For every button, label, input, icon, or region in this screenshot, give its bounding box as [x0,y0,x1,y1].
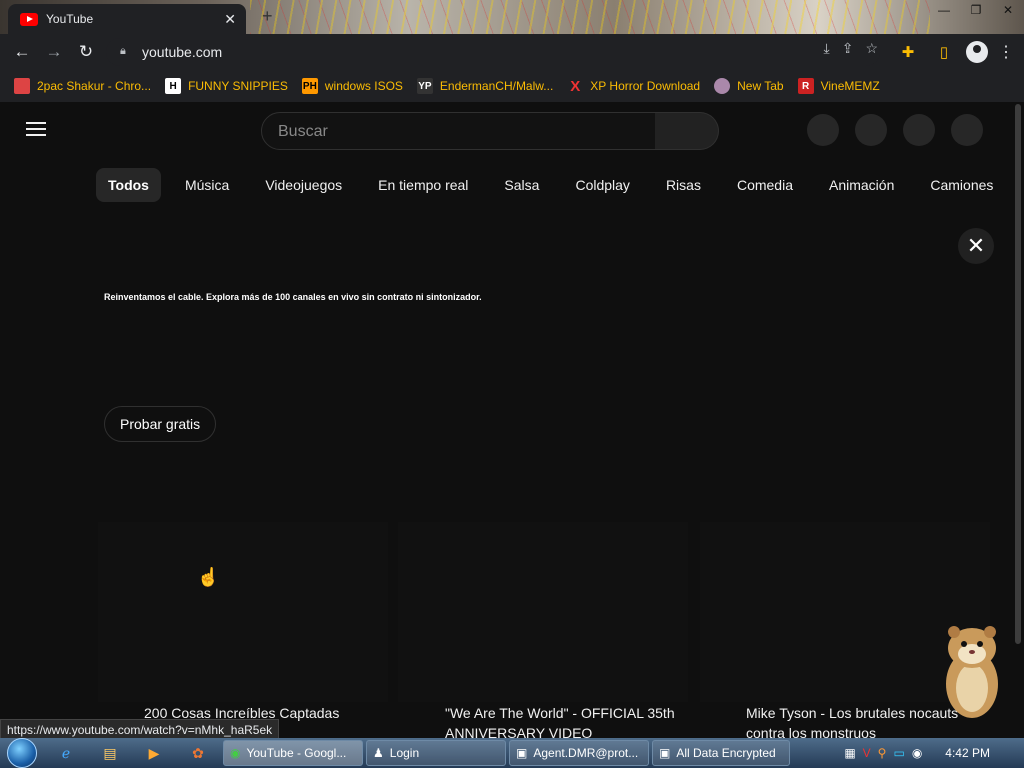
ph-icon: PH [301,78,318,94]
chip-salsa[interactable]: Salsa [492,168,551,202]
globe-icon [714,78,731,94]
page-scrollbar[interactable] [1012,102,1024,738]
chip-musica[interactable]: Música [173,168,241,202]
minimize-icon[interactable]: — [928,0,960,20]
taskbar-chrome[interactable]: ◉ YouTube - Googl... [223,740,363,766]
video-title[interactable]: "We Are The World" - OFFICIAL 35th ANNIV… [445,703,675,743]
chrome-icon: ◉ [230,746,241,760]
tray-app-icon[interactable]: ▦ [844,746,855,760]
media-player-icon[interactable]: ▶ [132,738,176,768]
window-controls: — ❐ ✕ [928,0,1024,22]
browser-toolbar: ← → ↻ 🔒︎ youtube.com ⤓ ⇪ ☆ ✚ ▯ ⋮ [0,34,1024,70]
reload-icon[interactable]: ↻ [70,36,102,68]
search-placeholder: Buscar [278,123,328,140]
folder-icon[interactable]: ▤ [88,738,132,768]
promo-banner-text: Reinventamos el cable. Explora más de 10… [104,292,482,302]
mic-icon[interactable] [807,114,839,146]
hand-cursor-icon: ☝ [197,567,220,587]
bookmark-item[interactable]: 2pac Shakur - Chro... [14,78,151,94]
tray-record-icon[interactable]: ◉ [912,746,922,760]
bookmark-item[interactable]: PH windows ISOS [301,78,403,94]
search-input[interactable]: Buscar [261,112,656,150]
star-icon[interactable]: ☆ [865,40,878,57]
url-text[interactable]: youtube.com [142,44,222,60]
system-tray: ▦ V ⚲ ▭ ◉ 4:42 PM [844,738,1024,768]
search-button[interactable] [655,112,719,150]
profile-avatar-icon[interactable] [966,41,988,63]
chip-bar: Todos Música Videojuegos En tiempo real … [96,168,1005,202]
bookmark-item[interactable]: X XP Horror Download [567,77,700,95]
close-window-icon[interactable]: ✕ [992,0,1024,20]
video-thumbnail[interactable] [98,522,388,702]
internet-explorer-icon[interactable]: ℯ [44,738,88,768]
close-tab-icon[interactable]: ✕ [224,11,236,28]
calendar-icon [14,78,30,94]
yp-icon: YP [416,78,433,94]
x-icon: X [570,77,581,95]
video-thumbnail[interactable] [398,522,688,702]
side-panel-icon[interactable]: ▯ [930,38,958,66]
address-bar[interactable]: 🔒︎ youtube.com [106,38,880,66]
bookmarks-bar: 2pac Shakur - Chro... H FUNNY SNIPPIES PH… [0,70,1024,102]
install-icon[interactable]: ⤓ [824,40,830,57]
windows-taskbar: ℯ ▤ ▶ ✿ ◉ YouTube - Googl... ♟ Login ▣ Agen… [0,738,1024,768]
window-icon: ▣ [516,746,528,760]
omnibox-actions: ⤓ ⇪ ☆ [824,40,879,57]
window-titlebar: YouTube ✕ + — ❐ ✕ [0,0,1024,34]
chip-comedia[interactable]: Comedia [725,168,805,202]
hamburger-menu-icon[interactable] [26,122,46,138]
bookmark-item[interactable]: R VineMEMZ [797,78,880,94]
back-arrow-icon[interactable]: ← [6,36,38,68]
tray-monitor-icon[interactable]: ▭ [893,746,904,760]
chip-animacion[interactable]: Animación [817,168,906,202]
chip-coldplay[interactable]: Coldplay [563,168,641,202]
windows-orb-icon [7,738,37,768]
extensions-puzzle-icon[interactable]: ✚ [894,38,922,66]
hamster-mascot-icon [946,626,998,718]
share-icon[interactable]: ⇪ [842,40,854,57]
login-icon: ♟ [373,746,384,760]
chip-risas[interactable]: Risas [654,168,713,202]
tray-search-icon[interactable]: ⚲ [878,746,887,760]
tray-v-icon[interactable]: V [863,746,871,760]
taskbar-encrypted[interactable]: ▣ All Data Encrypted [652,740,790,766]
start-button[interactable] [0,738,44,768]
toolbar-right: ✚ ▯ ⋮ [894,38,1016,66]
chip-videojuegos[interactable]: Videojuegos [253,168,354,202]
youtube-page: Buscar Todos Música Videojuegos En tiemp… [0,102,1012,741]
wallpaper-streaks [250,0,930,34]
browser-tab[interactable]: YouTube ✕ [8,4,246,34]
restore-icon[interactable]: ❐ [960,0,992,20]
notifications-icon[interactable] [903,114,935,146]
create-icon[interactable] [855,114,887,146]
h-icon: H [165,78,182,94]
bookmark-item[interactable]: New Tab [714,78,784,94]
paint-icon[interactable]: ✿ [176,738,220,768]
chip-todos[interactable]: Todos [96,168,161,202]
try-free-button[interactable]: Probar gratis [104,406,217,442]
bookmark-item[interactable]: YP EndermanCH/Malw... [416,78,553,94]
account-icon[interactable] [951,114,983,146]
r-icon: R [797,78,814,94]
taskbar-login[interactable]: ♟ Login [366,740,506,766]
window-icon: ▣ [659,746,671,760]
close-banner-icon[interactable]: ✕ [958,228,994,264]
bookmark-item[interactable]: H FUNNY SNIPPIES [165,78,288,94]
youtube-favicon-icon [20,12,38,26]
lock-icon: 🔒︎ [120,45,126,57]
kebab-menu-icon[interactable]: ⋮ [996,42,1016,62]
tab-title: YouTube [46,12,94,26]
chip-camiones[interactable]: Camiones [918,168,1005,202]
taskbar-agent[interactable]: ▣ Agent.DMR@prot... [509,740,649,766]
scrollbar-thumb[interactable] [1015,104,1021,644]
new-tab-icon[interactable]: + [262,6,273,27]
clock[interactable]: 4:42 PM [945,746,990,760]
chip-en-tiempo-real[interactable]: En tiempo real [366,168,480,202]
forward-arrow-icon[interactable]: → [38,36,70,68]
